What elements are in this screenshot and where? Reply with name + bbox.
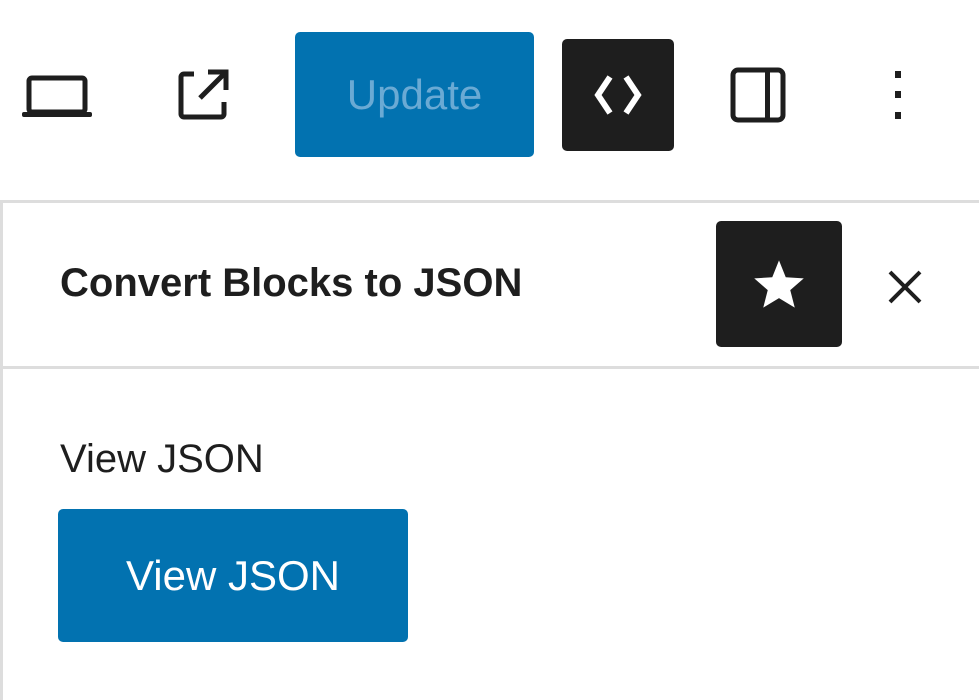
update-button[interactable]: Update <box>295 32 534 157</box>
code-editor-toggle-button[interactable] <box>562 39 674 151</box>
preview-device-laptop-icon[interactable] <box>18 70 96 124</box>
more-options-icon[interactable] <box>880 66 916 124</box>
plugin-sidebar: Convert Blocks to JSON View JSON View JS… <box>0 200 979 700</box>
close-icon[interactable] <box>883 265 927 309</box>
pin-favorite-button[interactable] <box>716 221 842 347</box>
settings-sidebar-toggle-icon[interactable] <box>726 64 790 126</box>
panel-title: Convert Blocks to JSON <box>60 261 523 305</box>
section-label: View JSON <box>60 437 264 481</box>
view-post-external-link-icon[interactable] <box>174 64 234 124</box>
view-json-button[interactable]: View JSON <box>58 509 408 642</box>
star-icon <box>754 260 804 308</box>
sidebar-header: Convert Blocks to JSON <box>3 203 979 369</box>
code-icon <box>594 75 642 115</box>
